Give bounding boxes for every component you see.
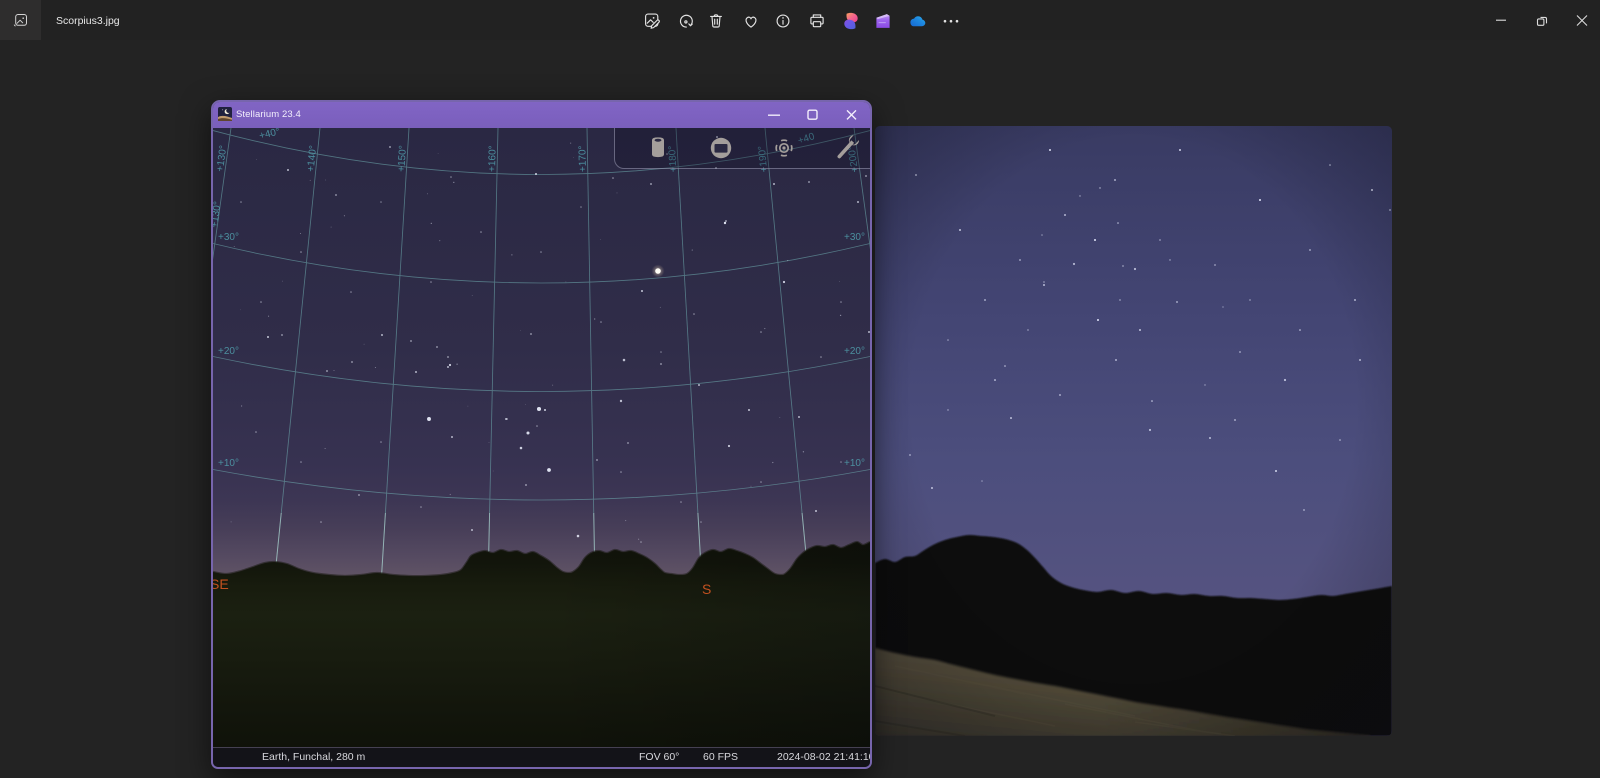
svg-text:SE: SE bbox=[213, 576, 229, 592]
svg-text:+150°: +150° bbox=[396, 145, 409, 172]
svg-text:+10°: +10° bbox=[218, 458, 239, 469]
svg-text:+20°: +20° bbox=[844, 346, 865, 357]
svg-text:+30°: +30° bbox=[844, 232, 865, 243]
svg-text:+170°: +170° bbox=[577, 145, 588, 172]
svg-text:+30°: +30° bbox=[218, 232, 239, 243]
svg-text:+10°: +10° bbox=[844, 458, 865, 469]
svg-text:+160°: +160° bbox=[487, 145, 499, 172]
svg-text:+20°: +20° bbox=[218, 346, 239, 357]
svg-text:S: S bbox=[702, 581, 711, 597]
